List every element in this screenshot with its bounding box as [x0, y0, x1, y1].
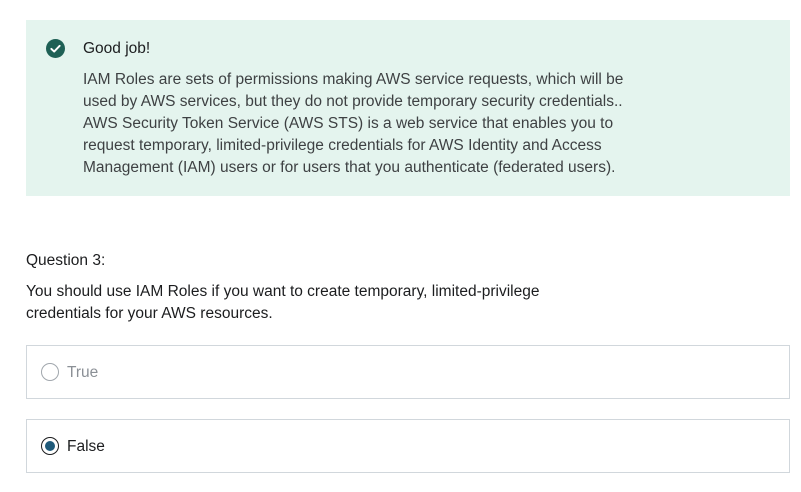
- check-circle-icon: [46, 39, 65, 58]
- explanation-line: Management (IAM) users or for users that…: [83, 159, 616, 176]
- question-prompt: You should use IAM Roles if you want to …: [26, 281, 539, 325]
- explanation-line: used by AWS services, but they do not pr…: [83, 93, 623, 110]
- answer-option-false[interactable]: False: [26, 419, 790, 473]
- explanation-line: request temporary, limited-privilege cre…: [83, 137, 602, 154]
- answer-option-true[interactable]: True: [26, 345, 790, 399]
- answer-option-label: False: [67, 438, 105, 455]
- explanation-line: IAM Roles are sets of permissions making…: [83, 71, 624, 88]
- feedback-title: Good job!: [83, 40, 151, 57]
- quiz-result-page: Good job! IAM Roles are sets of permissi…: [0, 0, 801, 492]
- feedback-alert: Good job! IAM Roles are sets of permissi…: [26, 20, 790, 196]
- question-text-line: You should use IAM Roles if you want to …: [26, 283, 540, 300]
- radio-checked-icon[interactable]: [41, 437, 59, 455]
- explanation-line: AWS Security Token Service (AWS STS) is …: [83, 115, 614, 132]
- question-number: Question 3:: [26, 252, 106, 269]
- radio-unchecked-icon[interactable]: [41, 363, 59, 381]
- answer-option-label: True: [67, 364, 99, 381]
- feedback-explanation: IAM Roles are sets of permissions making…: [83, 69, 723, 179]
- question-text-line: credentials for your AWS resources.: [26, 305, 273, 322]
